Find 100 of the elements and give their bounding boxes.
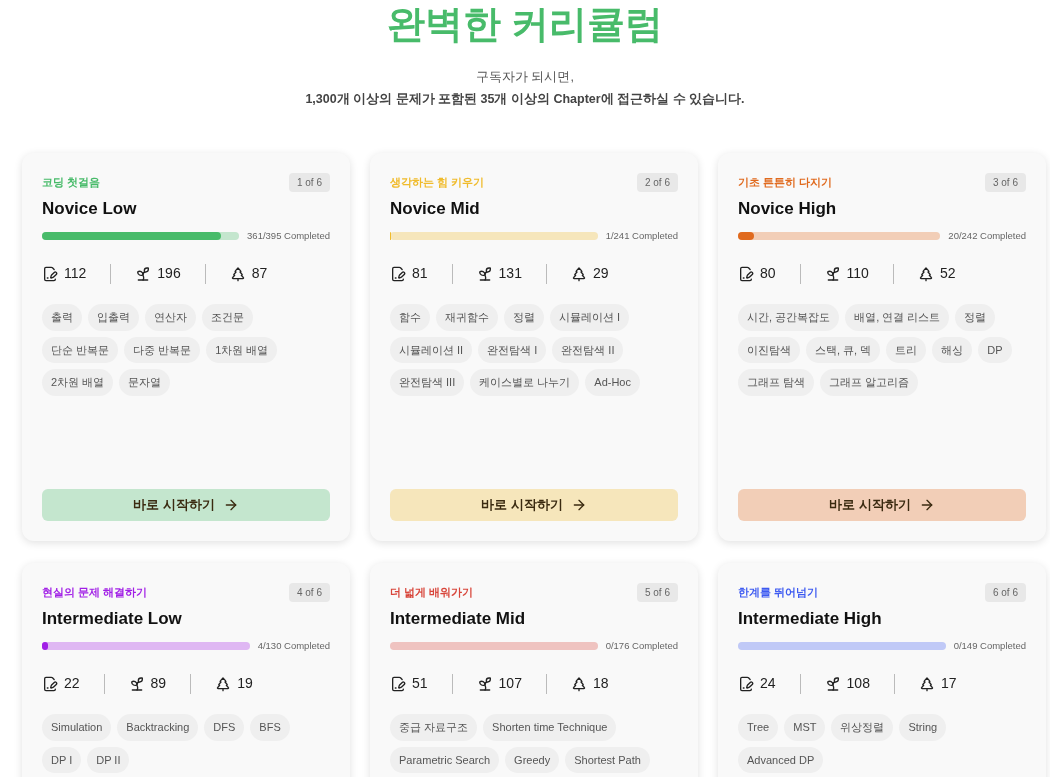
tree-icon [229,265,246,282]
tree-icon [570,265,587,282]
start-button[interactable]: 바로 시작하기 [42,488,330,521]
tree-icon [570,675,587,692]
topic-tag[interactable]: 그래프 탐색 [738,369,815,396]
topic-tag[interactable]: 스택, 큐, 덱 [806,336,881,364]
stat-count: 110 [846,264,869,284]
note-pen-icon [42,675,58,692]
topic-tag[interactable]: 케이스별로 나누기 [470,369,580,396]
topic-tag[interactable]: Simulation [42,714,112,741]
topic-tag[interactable]: 정렬 [955,304,996,331]
topic-tag[interactable]: BFS [250,714,290,741]
progress-text: 1/241 Completed [605,229,678,243]
card-title: Novice High [738,197,838,220]
topic-tag[interactable]: 완전탐색 II [552,336,624,364]
stat-count: 17 [940,674,957,694]
stat-count: 89 [150,674,167,694]
topic-tag[interactable]: 출력 [42,304,82,331]
stat-count: 131 [498,264,522,284]
stat-count: 112 [64,264,87,284]
topic-tag[interactable]: Shorten time Technique [483,714,617,741]
start-button[interactable]: 바로 시작하기 [390,488,678,521]
topic-tag[interactable]: Backtracking [117,714,199,741]
topic-tag[interactable]: 연산자 [145,304,196,331]
topic-tag[interactable]: 배열, 연결 리스트 [845,304,950,331]
topic-tag[interactable]: 트리 [886,336,927,364]
card-title: Novice Low [42,197,138,220]
topic-tag[interactable]: 문자열 [119,369,171,396]
card-label: 현실의 문제 해결하기 [42,584,148,600]
topic-tag[interactable]: DP [978,336,1012,364]
card-label: 생각하는 힘 키우기 [390,174,485,190]
stat-count: 19 [237,674,253,694]
step-badge: 2 of 6 [636,172,678,192]
topic-tag[interactable]: Ad-Hoc [585,369,640,396]
topic-tag[interactable]: Parametric Search [390,746,500,774]
topic-tag[interactable]: 1차원 배열 [206,336,278,364]
note-pen-icon [42,265,58,282]
topic-tag[interactable]: 위상정렬 [831,714,894,741]
progress-text: 361/395 Completed [247,229,330,243]
step-badge: 4 of 6 [288,582,330,602]
topic-tag[interactable]: 완전탐색 I [478,336,547,364]
note-pen-icon [390,675,406,692]
tree-icon [918,675,935,692]
step-badge: 6 of 6 [984,582,1026,602]
start-button[interactable]: 바로 시작하기 [738,488,1026,521]
topic-tag[interactable]: DFS [204,714,245,741]
step-badge: 3 of 6 [984,172,1026,192]
topic-tag[interactable]: 이진탐색 [738,336,800,364]
stat-count: 107 [498,674,522,694]
topic-tag[interactable]: 완전탐색 III [390,369,465,396]
note-pen-icon [390,265,406,282]
progress-text: 4/130 Completed [257,639,330,653]
topic-tag[interactable]: 시간, 공간복잡도 [738,304,840,331]
stat-count: 80 [760,264,776,284]
topic-tag[interactable]: 입출력 [88,304,139,331]
subtitle-line: 1,300개 이상의 문제가 포함된 35개 이상의 Chapter에 접근하실 수 있습니다. [305,90,745,108]
topic-tag[interactable]: 해싱 [932,336,973,364]
card-title: Intermediate Low [42,607,183,630]
note-pen-icon [738,675,754,692]
topic-tag[interactable]: Advanced DP [738,746,824,774]
sprout-icon [476,265,493,282]
progress-text: 20/242 Completed [948,229,1026,243]
stat-count: 108 [846,674,870,694]
card-title: Intermediate Mid [390,607,527,630]
topic-tag[interactable]: Shortest Path [565,746,650,774]
topic-tag[interactable]: 시뮬레이션 II [390,336,473,364]
topic-tag[interactable]: Greedy [505,746,560,774]
topic-tag[interactable]: 중급 자료구조 [390,714,478,741]
stat-count: 51 [412,674,428,694]
card-label: 코딩 첫걸음 [42,174,101,190]
topic-tag[interactable]: DP I [42,746,82,774]
sprout-icon [128,675,145,692]
subtitle-line: 구독자가 되시면, [476,69,574,86]
stat-count: 22 [64,674,80,694]
sprout-icon [476,675,493,692]
topic-tag[interactable]: 재귀함수 [436,304,498,331]
card-label: 더 넓게 배워가기 [390,584,474,600]
sprout-icon [824,675,841,692]
topic-tag[interactable]: 다중 반복문 [124,336,201,364]
topic-tag[interactable]: String [899,714,947,741]
progress-text: 0/149 Completed [953,639,1026,653]
topic-tag[interactable]: 정렬 [504,304,544,331]
card-title: Intermediate High [738,607,883,630]
topic-tag[interactable]: 단순 반복문 [42,336,119,364]
topic-tag[interactable]: DP II [87,746,130,774]
step-badge: 5 of 6 [636,582,678,602]
tree-icon [215,675,232,692]
topic-tag[interactable]: 2차원 배열 [42,369,114,396]
stat-count: 24 [760,674,776,694]
progress-text: 0/176 Completed [605,639,678,653]
step-badge: 1 of 6 [288,172,330,192]
topic-tag[interactable]: MST [784,714,826,741]
topic-tag[interactable]: 함수 [390,304,430,331]
stat-count: 29 [592,264,609,284]
topic-tag[interactable]: 시뮬레이션 I [550,304,630,331]
topic-tag[interactable]: 그래프 알고리즘 [820,369,919,396]
card-label: 한계를 뛰어넘기 [738,584,819,600]
page-heading: 완벽한 커리큘럼 [386,2,664,47]
topic-tag[interactable]: Tree [738,714,779,741]
topic-tag[interactable]: 조건문 [202,304,253,331]
